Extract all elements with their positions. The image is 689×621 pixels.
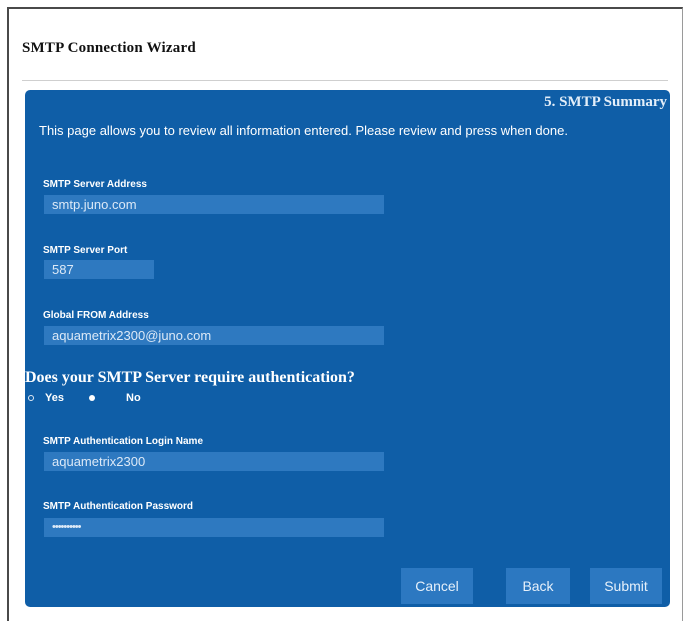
cancel-button[interactable]: Cancel (401, 568, 473, 604)
auth-radio-group: Yes No (25, 391, 225, 407)
login-name-label: SMTP Authentication Login Name (43, 436, 204, 447)
auth-no-radio[interactable] (89, 395, 95, 401)
server-port-field[interactable]: 587 (44, 260, 154, 279)
submit-button[interactable]: Submit (590, 568, 662, 604)
from-address-field[interactable]: aquametrix2300@juno.com (44, 326, 384, 345)
password-field[interactable]: •••••••••• (44, 518, 384, 537)
step-title: 5. SMTP Summary (544, 94, 667, 110)
title-divider (22, 80, 668, 81)
wizard-title: SMTP Connection Wizard (22, 40, 196, 56)
intro-text: This page allows you to review all infor… (39, 123, 568, 138)
from-address-label: Global FROM Address (43, 310, 149, 321)
auth-yes-label: Yes (45, 392, 64, 404)
server-address-label: SMTP Server Address (43, 179, 147, 190)
auth-no-label: No (126, 392, 141, 404)
server-address-field[interactable]: smtp.juno.com (44, 195, 384, 214)
login-name-field[interactable]: aquametrix2300 (44, 452, 384, 471)
auth-yes-radio[interactable] (28, 395, 34, 401)
server-port-label: SMTP Server Port (43, 245, 128, 256)
back-button[interactable]: Back (506, 568, 570, 604)
auth-question: Does your SMTP Server require authentica… (25, 369, 355, 386)
summary-panel: 5. SMTP Summary This page allows you to … (25, 90, 670, 607)
password-label: SMTP Authentication Password (43, 501, 194, 512)
